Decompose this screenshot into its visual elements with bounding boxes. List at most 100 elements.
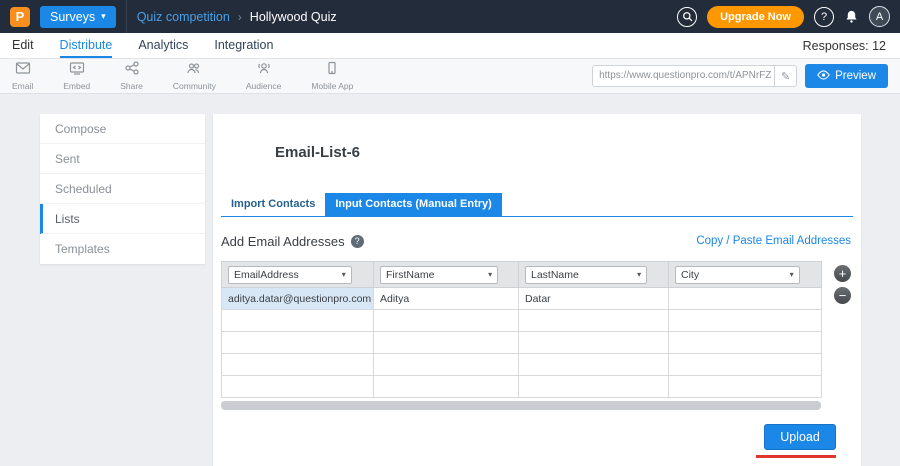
table-cell-city[interactable] xyxy=(669,354,822,376)
table-cell-city[interactable] xyxy=(669,376,822,398)
annotation-red-underline xyxy=(756,455,836,458)
mobile-app-icon xyxy=(324,61,340,80)
community-icon xyxy=(186,61,202,80)
sidebar-item-lists[interactable]: Lists xyxy=(40,204,205,234)
table-cell-lastname[interactable] xyxy=(519,354,669,376)
content-area: Compose Sent Scheduled Lists Templates E… xyxy=(0,94,900,466)
add-email-row: Add Email Addresses ? Copy / Paste Email… xyxy=(221,231,853,251)
table-row xyxy=(222,376,822,398)
chevron-down-icon: ▾ xyxy=(342,270,346,279)
table-cell-lastname[interactable] xyxy=(519,376,669,398)
column-select-label: LastName xyxy=(531,269,579,281)
table-cell-firstname[interactable]: Aditya xyxy=(374,288,519,310)
topbar-actions: Upgrade Now ? A xyxy=(677,6,890,28)
table-cell-email[interactable] xyxy=(222,310,374,332)
top-bar: P Surveys ▾ Quiz competition › Hollywood… xyxy=(0,0,900,33)
toolbar-item-email[interactable]: Email xyxy=(12,61,33,91)
breadcrumb-parent[interactable]: Quiz competition xyxy=(137,10,230,24)
table-cell-firstname[interactable] xyxy=(374,310,519,332)
contacts-table: EmailAddress▾ FirstName▾ LastName ▾ City▾ xyxy=(221,261,822,398)
table-header-row: EmailAddress▾ FirstName▾ LastName ▾ City▾ xyxy=(222,262,822,288)
help-icon[interactable]: ? xyxy=(814,7,834,27)
email-sidebar: Compose Sent Scheduled Lists Templates xyxy=(40,114,205,264)
table-cell-email[interactable] xyxy=(222,332,374,354)
survey-url-field[interactable]: https://www.questionpro.com/t/APNrFZ ✎ xyxy=(592,65,797,87)
email-icon xyxy=(15,61,31,80)
page: P Surveys ▾ Quiz competition › Hollywood… xyxy=(0,0,900,466)
notifications-bell-icon[interactable] xyxy=(844,9,859,24)
chevron-down-icon: ▾ xyxy=(101,11,106,22)
add-email-addresses-heading: Add Email Addresses xyxy=(221,234,345,249)
horizontal-scrollbar[interactable] xyxy=(221,401,821,410)
toolbar-item-label: Embed xyxy=(63,81,90,91)
sidebar-item-scheduled[interactable]: Scheduled xyxy=(40,174,205,204)
audience-icon xyxy=(256,61,272,80)
edit-url-pencil-icon[interactable]: ✎ xyxy=(774,66,796,86)
column-select-city[interactable]: City▾ xyxy=(675,266,800,284)
chevron-down-icon: ▾ xyxy=(637,270,641,279)
search-icon[interactable] xyxy=(677,7,697,27)
nav-item-edit[interactable]: Edit xyxy=(12,33,34,58)
preview-label: Preview xyxy=(835,70,876,82)
add-row-button[interactable]: + xyxy=(834,265,851,282)
nav-item-analytics[interactable]: Analytics xyxy=(138,33,188,58)
table-cell-lastname[interactable]: Datar xyxy=(519,288,669,310)
share-icon xyxy=(124,61,140,80)
toolbar-item-label: Audience xyxy=(246,81,281,91)
toolbar-item-audience[interactable]: Audience xyxy=(246,61,281,91)
table-cell-firstname[interactable] xyxy=(374,332,519,354)
help-icon-small[interactable]: ? xyxy=(351,235,364,248)
page-title: Email-List-6 xyxy=(275,144,861,161)
tab-import-contacts[interactable]: Import Contacts xyxy=(221,193,325,216)
column-select-emailaddress[interactable]: EmailAddress▾ xyxy=(228,266,352,284)
responses-count: Responses: 12 xyxy=(803,33,900,58)
toolbar-right: https://www.questionpro.com/t/APNrFZ ✎ P… xyxy=(592,64,888,88)
toolbar-item-label: Email xyxy=(12,81,33,91)
upload-area: Upload xyxy=(213,424,836,458)
eye-icon xyxy=(817,70,830,83)
toolbar-item-community[interactable]: Community xyxy=(173,61,216,91)
toolbar-item-embed[interactable]: Embed xyxy=(63,61,90,91)
breadcrumb: Quiz competition › Hollywood Quiz xyxy=(137,10,337,24)
table-cell-city[interactable] xyxy=(669,310,822,332)
user-avatar[interactable]: A xyxy=(869,6,890,27)
remove-row-button[interactable]: − xyxy=(834,287,851,304)
column-header: LastName ▾ xyxy=(519,262,669,288)
toolbar-item-label: Mobile App xyxy=(311,81,353,91)
toolbar-item-mobile-app[interactable]: Mobile App xyxy=(311,61,353,91)
table-row: aditya.datar@questionpro.com Aditya Data… xyxy=(222,288,822,310)
table-row xyxy=(222,310,822,332)
toolbar-item-label: Community xyxy=(173,81,216,91)
table-cell-email[interactable] xyxy=(222,354,374,376)
table-cell-lastname[interactable] xyxy=(519,332,669,354)
upgrade-now-button[interactable]: Upgrade Now xyxy=(707,6,804,28)
table-cell-email[interactable]: aditya.datar@questionpro.com xyxy=(222,288,374,310)
table-cell-email[interactable] xyxy=(222,376,374,398)
questionpro-logo[interactable]: P xyxy=(10,7,30,27)
nav-item-integration[interactable]: Integration xyxy=(214,33,273,58)
surveys-menu-button[interactable]: Surveys ▾ xyxy=(40,6,116,28)
table-cell-firstname[interactable] xyxy=(374,376,519,398)
breadcrumb-current: Hollywood Quiz xyxy=(250,10,337,24)
column-header: City▾ xyxy=(669,262,822,288)
nav-item-distribute[interactable]: Distribute xyxy=(60,33,113,58)
sidebar-item-sent[interactable]: Sent xyxy=(40,144,205,174)
tab-input-contacts-manual[interactable]: Input Contacts (Manual Entry) xyxy=(325,193,501,216)
upload-button[interactable]: Upload xyxy=(764,424,836,450)
table-cell-city[interactable] xyxy=(669,332,822,354)
survey-url-value: https://www.questionpro.com/t/APNrFZ xyxy=(593,66,774,86)
sidebar-item-templates[interactable]: Templates xyxy=(40,234,205,264)
preview-button[interactable]: Preview xyxy=(805,64,888,88)
column-select-firstname[interactable]: FirstName▾ xyxy=(380,266,498,284)
column-header: EmailAddress▾ xyxy=(222,262,374,288)
toolbar-item-share[interactable]: Share xyxy=(120,61,143,91)
table-row xyxy=(222,354,822,376)
copy-paste-emails-link[interactable]: Copy / Paste Email Addresses xyxy=(696,235,851,247)
table-cell-firstname[interactable] xyxy=(374,354,519,376)
table-cell-lastname[interactable] xyxy=(519,310,669,332)
table-cell-city[interactable] xyxy=(669,288,822,310)
row-add-remove-controls: + − xyxy=(834,265,851,304)
sidebar-item-compose[interactable]: Compose xyxy=(40,114,205,144)
column-select-lastname[interactable]: LastName ▾ xyxy=(525,266,647,284)
table-row xyxy=(222,332,822,354)
